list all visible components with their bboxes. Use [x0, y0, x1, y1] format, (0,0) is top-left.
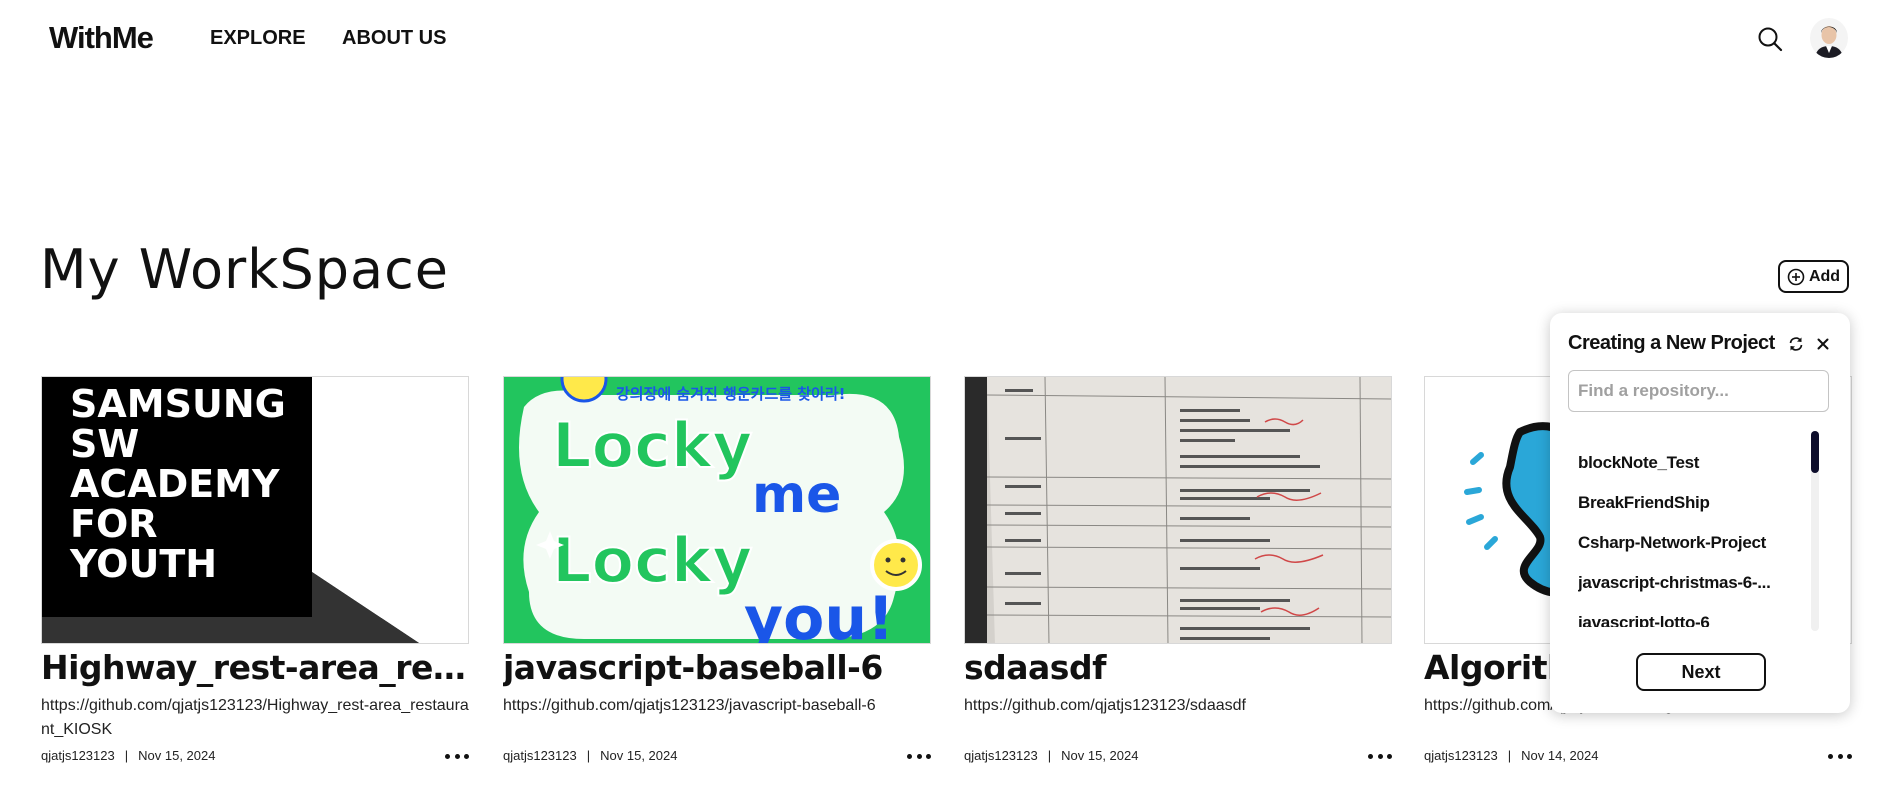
project-author: qjatjs123123	[1424, 748, 1498, 763]
thumb-line: Locky	[552, 409, 753, 482]
project-date: Nov 15, 2024	[1061, 748, 1139, 763]
search-icon[interactable]	[1756, 25, 1784, 53]
popup-title: Creating a New Project	[1568, 332, 1775, 354]
page-title: My WorkSpace	[40, 238, 450, 301]
header: WithMe EXPLORE ABOUT US	[0, 0, 1882, 78]
project-url[interactable]: https://github.com/qjatjs123123/Highway_…	[41, 694, 469, 742]
project-meta: qjatjs123123 | Nov 15, 2024	[503, 748, 678, 763]
more-icon[interactable]	[907, 749, 931, 763]
repository-item[interactable]: javascript-lotto-6	[1578, 613, 1788, 627]
samsung-academy-thumbnail: SAMSUNG SW ACADEMY FOR YOUTH	[42, 377, 468, 643]
project-meta: qjatjs123123 | Nov 15, 2024	[964, 748, 1139, 763]
thumb-line: SAMSUNG	[70, 382, 286, 426]
logo[interactable]: WithMe	[49, 20, 154, 56]
more-icon[interactable]	[445, 749, 469, 763]
locky-thumbnail: 강의장에 숨겨진 행운카드를 찾아라! Locky me Locky you!	[504, 377, 930, 644]
thumb-line: you!	[744, 584, 894, 644]
close-icon[interactable]	[1815, 336, 1831, 352]
project-author: qjatjs123123	[964, 748, 1038, 763]
more-icon[interactable]	[1368, 749, 1392, 763]
add-button[interactable]: Add	[1778, 260, 1849, 293]
project-author: qjatjs123123	[41, 748, 115, 763]
project-thumbnail[interactable]	[964, 376, 1392, 644]
project-date: Nov 15, 2024	[600, 748, 678, 763]
next-button[interactable]: Next	[1636, 653, 1766, 691]
add-button-label: Add	[1808, 267, 1841, 285]
new-project-popup: Creating a New Project blockNote_Test Br…	[1550, 313, 1850, 713]
thumb-line: FOR	[70, 502, 158, 546]
project-title[interactable]: Highway_rest-area_restau...	[41, 648, 469, 687]
nav-about-us[interactable]: ABOUT US	[342, 27, 446, 50]
thumb-line: me	[752, 465, 841, 525]
project-meta: qjatjs123123 | Nov 15, 2024	[41, 748, 216, 763]
project-thumbnail[interactable]: SAMSUNG SW ACADEMY FOR YOUTH	[41, 376, 469, 644]
thumb-line: Locky	[552, 524, 753, 597]
project-date: Nov 14, 2024	[1521, 748, 1599, 763]
nav-explore[interactable]: EXPLORE	[210, 27, 306, 50]
thumb-caption: 강의장에 숨겨진 행운카드를 찾아라!	[616, 385, 846, 403]
repository-item[interactable]: BreakFriendShip	[1578, 493, 1788, 513]
repository-search-input[interactable]	[1568, 370, 1829, 412]
repository-item[interactable]: javascript-christmas-6-...	[1578, 573, 1788, 593]
refresh-icon[interactable]	[1787, 335, 1805, 353]
project-url[interactable]: https://github.com/qjatjs123123/javascri…	[503, 694, 931, 718]
repository-item[interactable]: blockNote_Test	[1578, 453, 1788, 473]
project-url[interactable]: https://github.com/qjatjs123123/sdaasdf	[964, 694, 1392, 718]
repository-item[interactable]: Csharp-Network-Project	[1578, 533, 1788, 553]
thumb-line: YOUTH	[69, 542, 217, 586]
project-date: Nov 15, 2024	[138, 748, 216, 763]
thumb-line: SW	[70, 422, 139, 466]
plus-circle-icon	[1787, 268, 1805, 285]
thumb-line: ACADEMY	[70, 462, 280, 506]
project-author: qjatjs123123	[503, 748, 577, 763]
repository-scrollbar-thumb[interactable]	[1811, 431, 1819, 473]
project-title[interactable]: javascript-baseball-6	[503, 648, 931, 687]
repository-list: blockNote_Test BreakFriendShip Csharp-Ne…	[1568, 427, 1816, 627]
avatar[interactable]	[1810, 18, 1848, 58]
document-photo-thumbnail	[965, 377, 1391, 643]
project-title[interactable]: sdaasdf	[964, 648, 1392, 687]
project-meta: qjatjs123123 | Nov 14, 2024	[1424, 748, 1599, 763]
more-icon[interactable]	[1828, 749, 1852, 763]
project-thumbnail[interactable]: 강의장에 숨겨진 행운카드를 찾아라! Locky me Locky you!	[503, 376, 931, 644]
